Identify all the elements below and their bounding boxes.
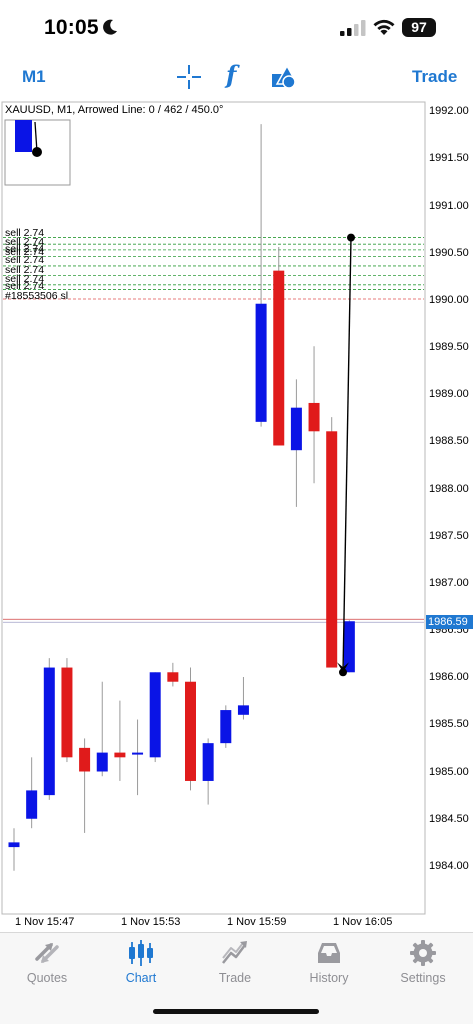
y-tick-label: 1987.50 <box>429 530 469 542</box>
bull-candle <box>149 672 161 758</box>
tab-history[interactable]: History <box>282 933 376 993</box>
history-icon <box>318 943 340 963</box>
bear-candle <box>79 747 91 772</box>
signal-icon <box>340 20 366 36</box>
bull-candle <box>255 303 267 422</box>
arrowed-line-start[interactable] <box>347 233 355 242</box>
current-price-tag: 1986.59 <box>426 615 473 629</box>
tab-chart[interactable]: Chart <box>94 933 188 993</box>
status-bar: 10:05 97 <box>0 0 473 56</box>
bull-candle <box>237 705 249 715</box>
bear-candle <box>326 431 338 668</box>
bear-candle <box>61 667 73 758</box>
battery-indicator: 97 <box>402 18 436 37</box>
objects-icon[interactable] <box>270 64 298 90</box>
bull-candle <box>202 743 214 781</box>
chart-canvas[interactable] <box>0 100 473 932</box>
chart-icon <box>129 940 153 966</box>
y-tick-label: 1984.00 <box>429 860 469 872</box>
x-tick-label: 1 Nov 15:47 <box>15 916 75 928</box>
tab-quotes[interactable]: Quotes <box>0 933 94 993</box>
y-tick-label: 1989.00 <box>429 388 469 400</box>
bear-candle <box>273 270 285 446</box>
home-indicator <box>153 1009 319 1014</box>
sl-label[interactable]: #18553506 sl <box>5 291 68 302</box>
bull-candle <box>220 710 232 744</box>
timeframe-button[interactable]: M1 <box>22 67 46 87</box>
y-tick-label: 1992.00 <box>429 105 469 117</box>
bull-candle <box>96 752 108 772</box>
bear-candle <box>185 681 196 781</box>
tab-label: History <box>309 971 349 985</box>
wifi-icon <box>373 19 395 35</box>
y-tick-label: 1985.50 <box>429 718 469 730</box>
y-tick-label: 1988.50 <box>429 435 469 447</box>
bear-candle <box>167 672 179 682</box>
x-tick-label: 1 Nov 15:59 <box>227 916 287 928</box>
object-preview-arrow <box>32 147 42 157</box>
y-tick-label: 1987.00 <box>429 577 469 589</box>
chart-frame <box>1 101 426 915</box>
y-tick-label: 1990.00 <box>429 294 469 306</box>
bull-candle <box>43 667 55 796</box>
object-preview-candle <box>15 120 32 152</box>
price-chart[interactable]: XAUUSD, M1, Arrowed Line: 0 / 462 / 450.… <box>0 100 473 932</box>
y-tick-label: 1984.50 <box>429 813 469 825</box>
tab-label: Chart <box>125 971 157 985</box>
trade-button[interactable]: Trade <box>412 67 457 87</box>
quotes-icon <box>35 943 59 963</box>
arrowed-line-end[interactable] <box>339 668 347 677</box>
chart-toolbar: M1 f Trade <box>0 58 473 98</box>
y-tick-label: 1985.00 <box>429 766 469 778</box>
chart-title: XAUUSD, M1, Arrowed Line: 0 / 462 / 450.… <box>5 104 224 116</box>
trade-icon <box>222 941 247 964</box>
tab-label: Settings <box>400 971 446 985</box>
x-tick-label: 1 Nov 15:53 <box>121 916 181 928</box>
status-time: 10:05 <box>44 16 99 39</box>
bull-candle <box>132 752 144 755</box>
indicators-icon[interactable]: f <box>226 60 248 90</box>
tab-label: Trade <box>218 971 252 985</box>
y-tick-label: 1991.50 <box>429 152 469 164</box>
bear-candle <box>114 752 126 758</box>
y-tick-label: 1990.50 <box>429 247 469 259</box>
y-tick-label: 1991.00 <box>429 200 469 212</box>
y-tick-label: 1986.00 <box>429 671 469 683</box>
bear-candle <box>308 402 320 432</box>
bull-candle <box>290 407 302 451</box>
tab-settings[interactable]: Settings <box>376 933 470 993</box>
bull-candle <box>26 790 38 819</box>
moon-icon <box>103 19 117 35</box>
bull-candle <box>343 621 355 673</box>
y-tick-label: 1989.50 <box>429 341 469 353</box>
bottom-tab-bar: Quotes Chart Trade History Settings <box>0 932 473 1024</box>
x-tick-label: 1 Nov 16:05 <box>333 916 393 928</box>
bull-candle <box>8 842 20 848</box>
crosshair-icon[interactable] <box>176 64 202 90</box>
tab-trade[interactable]: Trade <box>188 933 282 993</box>
tab-label: Quotes <box>26 971 68 985</box>
settings-icon <box>410 940 436 966</box>
y-tick-label: 1988.00 <box>429 483 469 495</box>
